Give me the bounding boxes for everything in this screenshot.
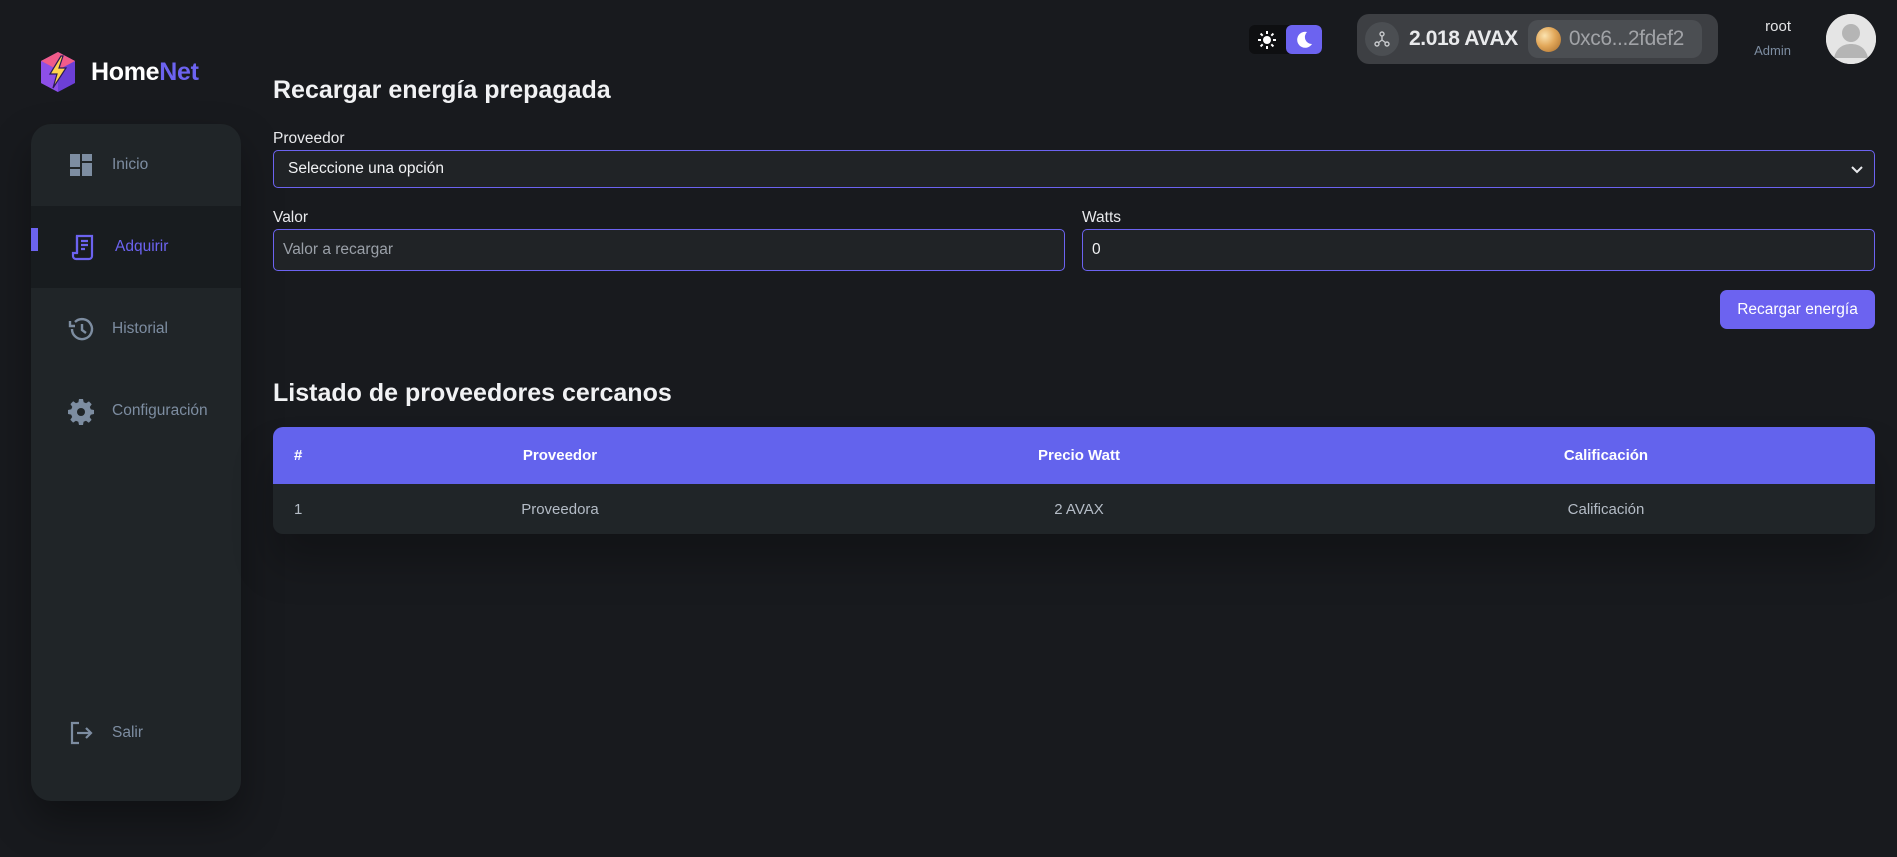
- receipt-icon: [70, 233, 98, 261]
- sidebar-item-adquirir[interactable]: Adquirir: [31, 206, 241, 288]
- active-indicator: [31, 228, 38, 251]
- column-header: Calificación: [1563, 447, 1649, 464]
- sidebar-item-configuracion[interactable]: Configuración: [31, 370, 241, 452]
- column-header: Proveedor: [522, 447, 598, 464]
- providers-table: # Proveedor Precio Watt Calificación 1 P…: [273, 427, 1875, 534]
- table-cell: Proveedora: [521, 500, 599, 518]
- user-role: Admin: [1754, 43, 1791, 58]
- coin-icon: [1535, 26, 1561, 52]
- recharge-energy-button[interactable]: Recargar energía: [1720, 290, 1875, 329]
- watts-input[interactable]: 0: [1082, 229, 1875, 271]
- logo-icon: [41, 52, 75, 92]
- column-header: #: [294, 447, 303, 464]
- sidebar-item-label: Salir: [112, 724, 144, 741]
- wallet-address: 0xc6...2fdef2: [1568, 27, 1684, 50]
- page-title: Recargar energía prepagada: [273, 76, 611, 104]
- providers-title: Listado de proveedores cercanos: [273, 379, 672, 407]
- table-row[interactable]: 1 Proveedora 2 AVAX Calificación: [273, 484, 1875, 534]
- moon-icon[interactable]: [1285, 25, 1322, 54]
- provider-select-value: Seleccione una opción: [288, 160, 444, 177]
- value-label: Valor: [273, 209, 309, 226]
- logo-text: HomeNet: [91, 57, 199, 86]
- chevron-down-icon: [1851, 166, 1863, 174]
- dashboard-icon: [67, 151, 95, 179]
- gear-icon: [67, 397, 95, 425]
- sidebar: Inicio Adquirir Historial Configuración …: [31, 124, 241, 801]
- sun-icon[interactable]: [1249, 25, 1286, 54]
- history-icon: [67, 315, 95, 343]
- sidebar-item-inicio[interactable]: Inicio: [31, 124, 241, 206]
- value-input-placeholder: Valor a recargar: [283, 241, 393, 258]
- network-icon[interactable]: [1365, 22, 1399, 56]
- table-cell: 1: [294, 500, 303, 518]
- sidebar-item-label: Historial: [112, 320, 168, 337]
- provider-label: Proveedor: [273, 130, 345, 147]
- sidebar-item-label: Adquirir: [115, 238, 169, 255]
- sidebar-item-label: Configuración: [112, 402, 208, 419]
- sidebar-item-historial[interactable]: Historial: [31, 288, 241, 370]
- wallet-balance: 2.018 AVAX: [1409, 27, 1518, 50]
- value-input[interactable]: Valor a recargar: [273, 229, 1065, 271]
- watts-label: Watts: [1082, 209, 1122, 226]
- watts-input-value: 0: [1092, 241, 1101, 258]
- sidebar-item-salir[interactable]: Salir: [31, 692, 241, 774]
- provider-select[interactable]: Seleccione una opción: [273, 150, 1875, 188]
- sidebar-item-label: Inicio: [112, 156, 149, 173]
- wallet-widget: 2.018 AVAX 0xc6...2fdef2: [1357, 14, 1718, 64]
- table-cell: 2 AVAX: [1054, 500, 1104, 518]
- column-header: Precio Watt: [1038, 447, 1120, 464]
- wallet-address-button[interactable]: 0xc6...2fdef2: [1527, 20, 1702, 58]
- logout-icon: [67, 719, 95, 747]
- table-cell: Calificación: [1567, 500, 1645, 518]
- logo[interactable]: HomeNet: [38, 50, 199, 94]
- user-name: root: [1765, 18, 1791, 35]
- table-header: # Proveedor Precio Watt Calificación: [273, 427, 1875, 484]
- theme-toggle[interactable]: [1249, 25, 1322, 54]
- avatar[interactable]: [1826, 14, 1876, 64]
